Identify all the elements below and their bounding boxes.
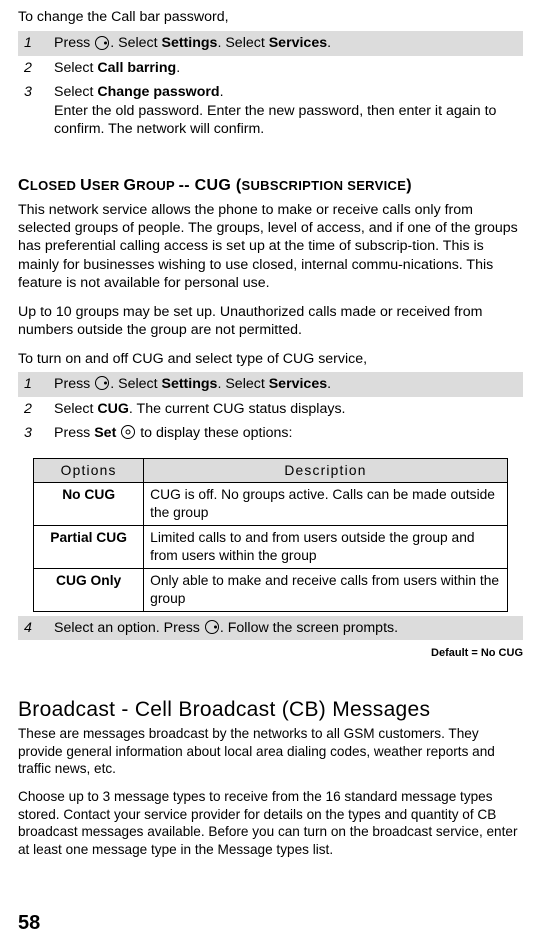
option-name: No CUG — [34, 483, 144, 526]
step-text: Select Change password.Enter the old pas… — [54, 83, 517, 138]
cug-paragraph-1: This network service allows the phone to… — [18, 201, 523, 293]
options-header: Options — [34, 458, 144, 483]
page-number: 58 — [18, 910, 40, 936]
step-number: 3 — [24, 424, 54, 442]
h-part: -- CUG ( — [179, 177, 242, 194]
option-name: CUG Only — [34, 569, 144, 612]
step-row: 4Select an option. Press . Follow the sc… — [18, 616, 523, 640]
step-number: 2 — [24, 59, 54, 77]
cug-paragraph-3: To turn on and off CUG and select type o… — [18, 350, 523, 368]
nav-icon — [205, 620, 219, 634]
h-part: ) — [406, 177, 412, 194]
h-part: SUBSCRIPTION SERVICE — [242, 178, 407, 193]
steps-cug: 1Press . Select Settings. Select Service… — [18, 372, 523, 445]
nav-icon — [95, 36, 109, 50]
h-part: SER — [92, 178, 124, 193]
step-row: 3Select Change password.Enter the old pa… — [18, 80, 523, 141]
option-desc: CUG is off. No groups active. Calls can … — [144, 483, 508, 526]
select-icon — [121, 425, 135, 439]
step-row: 2Select CUG. The current CUG status disp… — [18, 397, 523, 421]
option-desc: Limited calls to and from users outside … — [144, 526, 508, 569]
table-row: No CUGCUG is off. No groups active. Call… — [34, 483, 508, 526]
description-header: Description — [144, 458, 508, 483]
step-text: Press Set to display these options: — [54, 424, 517, 442]
table-row: Partial CUGLimited calls to and from use… — [34, 526, 508, 569]
nav-icon — [95, 376, 109, 390]
h-part: LOSED — [30, 178, 80, 193]
h-part: ROUP — [136, 178, 178, 193]
h-part: G — [123, 177, 136, 194]
option-name: Partial CUG — [34, 526, 144, 569]
table-row: CUG OnlyOnly able to make and receive ca… — [34, 569, 508, 612]
step-text: Press . Select Settings. Select Services… — [54, 375, 517, 393]
step-number: 3 — [24, 83, 54, 138]
default-line: Default = No CUG — [18, 646, 523, 660]
broadcast-paragraph-2: Choose up to 3 message types to receive … — [18, 788, 523, 859]
step-text: Select an option. Press . Follow the scr… — [54, 619, 517, 637]
option-desc: Only able to make and receive calls from… — [144, 569, 508, 612]
step-4-box: 4Select an option. Press . Follow the sc… — [18, 616, 523, 640]
cug-paragraph-2: Up to 10 groups may be set up. Unauthori… — [18, 303, 523, 340]
step-number: 2 — [24, 400, 54, 418]
options-body: No CUGCUG is off. No groups active. Call… — [34, 483, 508, 612]
h-part: C — [18, 177, 30, 194]
heading-cug: CLOSED USER GROUP -- CUG (SUBSCRIPTION S… — [18, 176, 523, 197]
step-row: 3Press Set to display these options: — [18, 421, 523, 445]
step-text: Select CUG. The current CUG status displ… — [54, 400, 517, 418]
step-number: 1 — [24, 375, 54, 393]
step-row: 1Press . Select Settings. Select Service… — [18, 372, 523, 396]
step-text: Select Call barring. — [54, 59, 517, 77]
intro-change-password: To change the Call bar password, — [18, 8, 523, 26]
step-row: 1Press . Select Settings. Select Service… — [18, 31, 523, 55]
step-number: 4 — [24, 619, 54, 637]
step-text: Press . Select Settings. Select Services… — [54, 34, 517, 52]
step-row: 2Select Call barring. — [18, 56, 523, 80]
step-number: 1 — [24, 34, 54, 52]
heading-broadcast: Broadcast - Cell Broadcast (CB) Messages — [18, 696, 523, 723]
broadcast-paragraph-1: These are messages broadcast by the netw… — [18, 725, 523, 778]
options-table: Options Description No CUGCUG is off. No… — [33, 458, 508, 612]
h-part: U — [80, 177, 92, 194]
steps-change-password: 1Press . Select Settings. Select Service… — [18, 31, 523, 141]
